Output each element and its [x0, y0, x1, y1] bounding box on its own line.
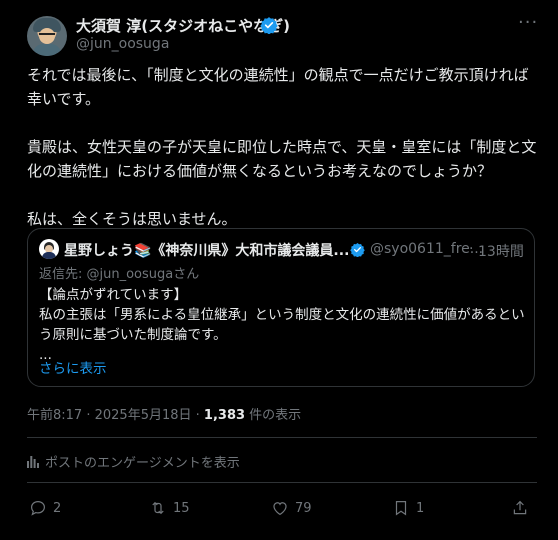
bookmark-icon — [395, 501, 407, 516]
share-icon — [513, 500, 527, 515]
quoted-author-handle: @syo0611_fre... — [370, 241, 484, 257]
quoted-author-avatar — [39, 239, 59, 259]
repost-count: 15 — [173, 500, 190, 516]
quoted-author-name: 星野しょう📚《神奈川県》大和市議会議員... — [64, 243, 350, 259]
bookmark-button[interactable]: 1 — [392, 498, 424, 518]
analytics-bars-icon — [27, 456, 39, 468]
view-count: 1,383 — [203, 408, 246, 423]
reply-count: 2 — [53, 500, 62, 516]
post-time[interactable]: 午前8:17 — [27, 408, 82, 423]
quoted-line: 【論点がずれています】 — [39, 287, 188, 303]
author-handle[interactable]: @jun_oosuga — [76, 36, 169, 52]
repost-button[interactable]: 15 — [149, 498, 190, 518]
quoted-timestamp: 13時間 — [478, 244, 524, 260]
divider — [27, 437, 537, 438]
bookmark-count: 1 — [416, 500, 425, 516]
quoted-line: 私の主張は「男系による皇位継承」という制度と文化の連続性に価値があるとい — [39, 307, 525, 323]
share-button[interactable] — [511, 498, 529, 518]
quoted-line: う原則に基づいた制度論です。 — [39, 327, 227, 343]
like-button[interactable]: 79 — [271, 498, 312, 518]
reply-to-label: 返信先: @jun_oosugaさん — [39, 267, 200, 282]
quoted-post-text: 【論点がずれています】 私の主張は「男系による皇位継承」という制度と文化の連続性… — [39, 285, 529, 365]
tweet-paragraph: それでは最後に、「制度と文化の連続性」の観点で一点だけご教示頂ければ幸いです。 — [27, 66, 529, 108]
engagement-link[interactable]: ポストのエンゲージメントを表示 — [27, 452, 240, 471]
more-dots-icon[interactable]: ··· — [518, 12, 538, 33]
engagement-link-label[interactable]: ポストのエンゲージメントを表示 — [45, 456, 240, 471]
reply-icon — [31, 501, 45, 516]
tweet-body: それでは最後に、「制度と文化の連続性」の観点で一点だけご教示頂ければ幸いです。 … — [27, 63, 537, 255]
meta-sep: · — [191, 408, 204, 423]
author-name[interactable]: 大須賀 淳(スタジオねこやなぎ) — [76, 15, 290, 36]
view-count-label: 件の表示 — [245, 408, 302, 423]
like-count: 79 — [295, 500, 312, 516]
reply-button[interactable]: 2 — [29, 498, 61, 518]
tweet-paragraph: 貴殿は、女性天皇の子が天皇に即位した時点で、天皇・皇室には「制度と文化の連続性」… — [27, 138, 537, 180]
divider — [27, 482, 537, 483]
meta-sep: · — [82, 408, 95, 423]
repost-icon — [152, 501, 164, 515]
verified-badge-icon — [260, 17, 278, 34]
post-date[interactable]: 2025年5月18日 — [95, 408, 192, 423]
heart-icon — [273, 502, 287, 516]
quoted-line: ... — [39, 347, 52, 363]
post-meta: 午前8:17 · 2025年5月18日 · 1,383 件の表示 — [27, 404, 301, 423]
quoted-separator: · — [469, 241, 474, 257]
author-avatar[interactable] — [27, 16, 67, 56]
show-more-link[interactable]: さらに表示 — [39, 357, 107, 377]
verified-badge-icon — [350, 242, 365, 257]
